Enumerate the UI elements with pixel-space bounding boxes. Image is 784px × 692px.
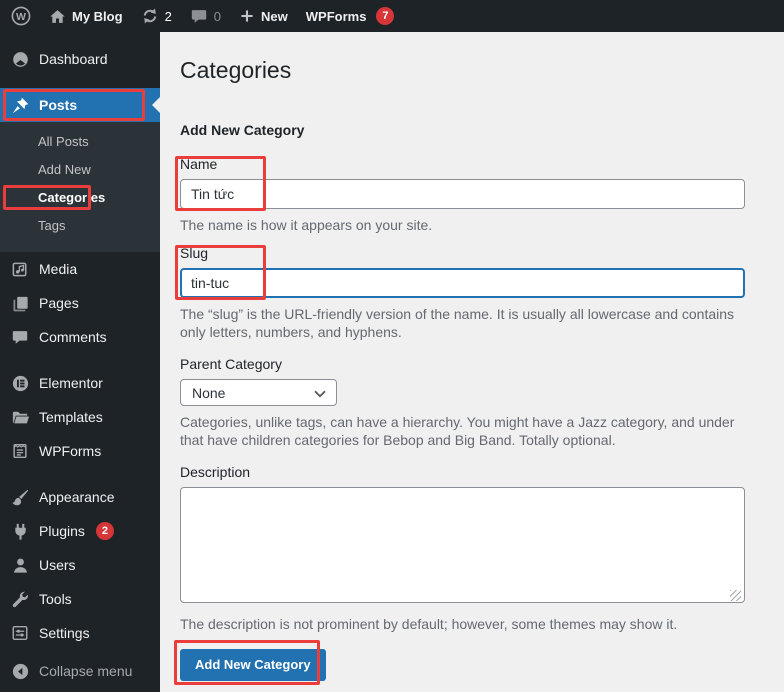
slug-label: Slug: [180, 246, 745, 260]
chevron-down-icon: [314, 385, 326, 401]
sidebar-item-users[interactable]: Users: [0, 548, 160, 582]
sidebar-item-label: Posts: [39, 96, 77, 114]
description-field-group: Description The description is not promi…: [180, 465, 745, 633]
sidebar-item-label: Settings: [39, 624, 90, 642]
plugins-update-badge: 2: [96, 522, 114, 540]
sidebar-item-label: Plugins: [39, 522, 85, 540]
wordpress-logo-button[interactable]: W: [2, 0, 40, 32]
slug-help-text: The “slug” is the URL-friendly version o…: [180, 305, 745, 341]
comments-link[interactable]: 0: [181, 0, 230, 32]
new-content-link[interactable]: New: [230, 0, 297, 32]
user-icon: [10, 555, 30, 575]
pushpin-icon: [10, 95, 30, 115]
sidebar-item-comments[interactable]: Comments: [0, 320, 160, 354]
slug-field-group: Slug The “slug” is the URL-friendly vers…: [180, 246, 745, 341]
name-input[interactable]: [180, 179, 745, 209]
description-label: Description: [180, 465, 745, 479]
plus-icon: [239, 8, 255, 24]
sidebar-item-posts[interactable]: Posts: [0, 88, 160, 122]
collapse-arrow-icon: [10, 661, 30, 681]
submenu-item-all-posts[interactable]: All Posts: [0, 128, 160, 156]
main-content: Categories Add New Category Name The nam…: [160, 32, 784, 683]
updates-link[interactable]: 2: [132, 0, 181, 32]
updates-icon: [141, 7, 159, 25]
parent-category-group: Parent Category None Categories, unlike …: [180, 357, 745, 449]
add-new-category-button[interactable]: Add New Category: [180, 649, 326, 681]
sidebar-item-label: Templates: [39, 408, 103, 426]
sidebar-item-label: Dashboard: [39, 50, 108, 68]
menu-separator: [0, 354, 160, 366]
site-name-label: My Blog: [72, 9, 123, 24]
submenu-item-label: Add New: [38, 162, 91, 177]
sidebar-item-tools[interactable]: Tools: [0, 582, 160, 616]
sidebar-item-label: Appearance: [39, 488, 115, 506]
comments-icon: [10, 327, 30, 347]
paintbrush-icon: [10, 487, 30, 507]
svg-text:W: W: [16, 11, 26, 23]
name-help-text: The name is how it appears on your site.: [180, 216, 745, 234]
submenu-item-label: Categories: [38, 190, 105, 205]
submenu-item-label: All Posts: [38, 134, 89, 149]
new-label: New: [261, 9, 288, 24]
form-heading: Add New Category: [180, 121, 764, 139]
sidebar-item-wpforms[interactable]: WPForms: [0, 434, 160, 468]
admin-bar: W My Blog 2 0 New WPForms 7: [0, 0, 784, 32]
wpforms-toolbar-label: WPForms: [306, 9, 367, 24]
submenu-item-tags[interactable]: Tags: [0, 212, 160, 240]
wpforms-icon: [10, 441, 30, 461]
description-help-text: The description is not prominent by defa…: [180, 615, 745, 633]
parent-category-selected-value: None: [192, 385, 225, 401]
plugin-icon: [10, 521, 30, 541]
sidebar-item-label: Tools: [39, 590, 72, 608]
media-icon: [10, 259, 30, 279]
submenu-item-categories[interactable]: Categories: [0, 184, 160, 212]
sidebar-menu: Dashboard Posts All Posts Add New Catego…: [0, 32, 160, 692]
sidebar-item-appearance[interactable]: Appearance: [0, 480, 160, 514]
site-name-link[interactable]: My Blog: [40, 0, 132, 32]
sidebar-item-templates[interactable]: Templates: [0, 400, 160, 434]
posts-submenu: All Posts Add New Categories Tags: [0, 122, 160, 252]
sidebar-item-dashboard[interactable]: Dashboard: [0, 42, 160, 76]
parent-category-help-text: Categories, unlike tags, can have a hier…: [180, 413, 745, 449]
submenu-item-label: Tags: [38, 218, 65, 233]
comment-bubble-icon: [190, 7, 208, 25]
sidebar-item-plugins[interactable]: Plugins 2: [0, 514, 160, 548]
slug-input[interactable]: [180, 268, 745, 298]
sidebar-item-elementor[interactable]: Elementor: [0, 366, 160, 400]
wordpress-logo-icon: W: [11, 6, 31, 26]
parent-category-select[interactable]: None: [180, 379, 337, 406]
comments-count: 0: [214, 9, 221, 24]
home-icon: [49, 8, 66, 25]
sidebar-item-label: Users: [39, 556, 76, 574]
sidebar-item-label: Media: [39, 260, 77, 278]
sidebar-item-label: Elementor: [39, 374, 103, 392]
parent-category-label: Parent Category: [180, 357, 745, 371]
sidebar-item-label: Pages: [39, 294, 79, 312]
name-label: Name: [180, 157, 745, 171]
name-field-group: Name The name is how it appears on your …: [180, 157, 745, 234]
sidebar-item-media[interactable]: Media: [0, 252, 160, 286]
pages-icon: [10, 293, 30, 313]
folder-icon: [10, 407, 30, 427]
page-title: Categories: [180, 55, 764, 85]
settings-sliders-icon: [10, 623, 30, 643]
dashboard-icon: [10, 49, 30, 69]
menu-separator: [0, 468, 160, 480]
collapse-menu-label: Collapse menu: [39, 662, 132, 680]
description-textarea[interactable]: [180, 487, 745, 603]
elementor-icon: [10, 373, 30, 393]
wrench-icon: [10, 589, 30, 609]
sidebar-item-settings[interactable]: Settings: [0, 616, 160, 650]
submenu-item-add-new[interactable]: Add New: [0, 156, 160, 184]
sidebar-item-pages[interactable]: Pages: [0, 286, 160, 320]
sidebar-item-label: WPForms: [39, 442, 101, 460]
wpforms-toolbar-link[interactable]: WPForms 7: [297, 0, 404, 32]
updates-count: 2: [165, 9, 172, 24]
submit-button-wrapper: Add New Category: [180, 649, 326, 681]
wpforms-notification-badge: 7: [376, 7, 394, 25]
sidebar-item-label: Comments: [39, 328, 107, 346]
